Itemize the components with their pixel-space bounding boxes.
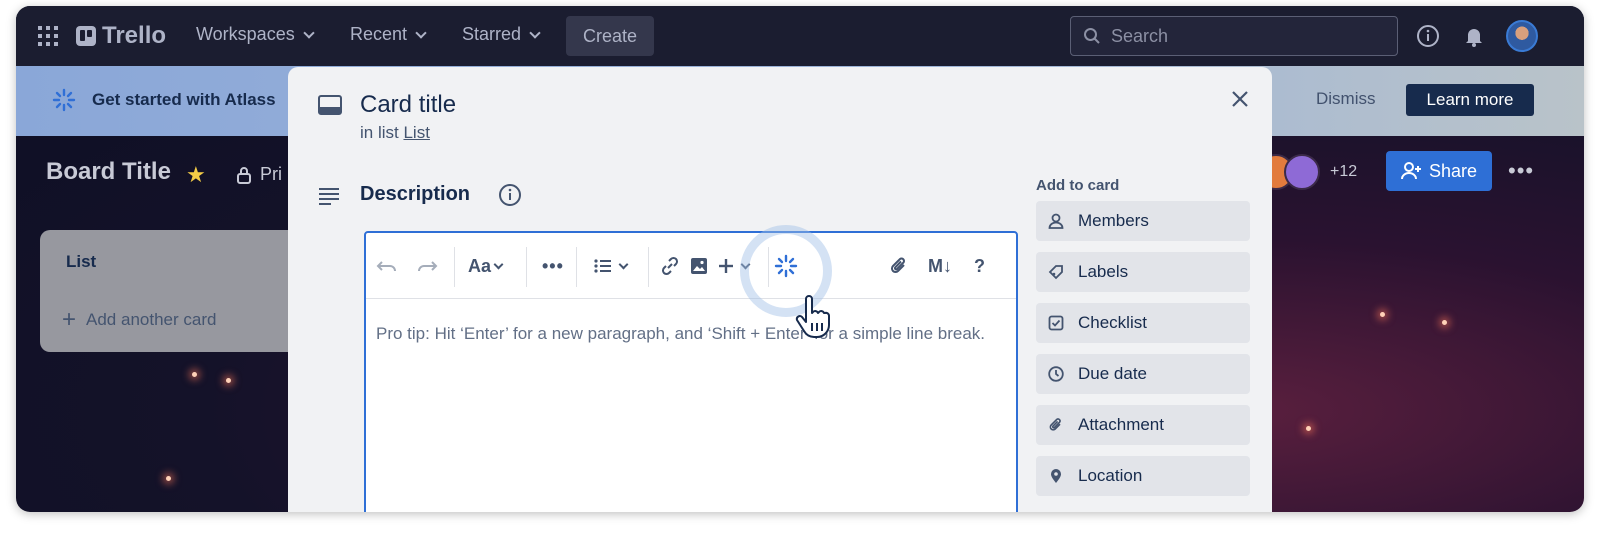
card-icon xyxy=(318,95,342,115)
add-to-card-heading: Add to card xyxy=(1036,177,1120,194)
visibility-label: Pri xyxy=(260,164,282,184)
member-count: +12 xyxy=(1330,163,1358,180)
add-another-card-button[interactable]: + Add another card xyxy=(62,306,217,333)
labels-button[interactable]: Labels xyxy=(1036,252,1250,292)
learn-more-button[interactable]: Learn more xyxy=(1406,84,1534,116)
search-input[interactable] xyxy=(1111,25,1371,47)
person-icon xyxy=(1048,213,1064,229)
checklist-label: Checklist xyxy=(1078,313,1147,332)
location-label: Location xyxy=(1078,466,1143,485)
members-label: Members xyxy=(1078,211,1149,230)
dismiss-button[interactable]: Dismiss xyxy=(1316,89,1376,109)
more-menu-icon[interactable]: ••• xyxy=(1508,158,1534,184)
attachment-button[interactable]: Attachment xyxy=(1036,405,1250,445)
card-detail-modal: Card title in list List Description Aa •… xyxy=(288,67,1272,512)
nav-starred[interactable]: Starred xyxy=(462,24,541,45)
add-card-label: Add another card xyxy=(86,310,217,329)
plus-icon: + xyxy=(62,306,77,333)
board-visibility[interactable]: Pri xyxy=(236,164,282,185)
pin-icon xyxy=(1051,469,1061,483)
board-members[interactable]: +12 xyxy=(1258,154,1358,190)
labels-label: Labels xyxy=(1078,262,1129,281)
create-button[interactable]: Create xyxy=(566,16,654,56)
tag-icon xyxy=(1048,265,1063,280)
description-lines-icon xyxy=(319,188,339,205)
bell-icon[interactable] xyxy=(1462,24,1486,48)
bullet-list-icon xyxy=(594,259,611,273)
redo-icon[interactable] xyxy=(416,254,438,278)
chevron-down-icon xyxy=(493,259,504,269)
info-icon[interactable] xyxy=(1416,24,1440,48)
info-icon[interactable] xyxy=(498,183,522,207)
nav-workspaces-label: Workspaces xyxy=(196,24,295,44)
lock-icon xyxy=(237,166,251,184)
trello-logo[interactable]: Trello xyxy=(76,22,166,50)
help-button[interactable]: ? xyxy=(974,254,985,278)
nav-recent-label: Recent xyxy=(350,24,408,44)
board-list: List + Add another card xyxy=(40,230,308,352)
board-title[interactable]: Board Title xyxy=(46,158,171,186)
chevron-down-icon xyxy=(618,259,629,269)
checkbox-icon xyxy=(1048,315,1064,331)
chevron-down-icon xyxy=(415,26,427,39)
top-navigation: Trello Workspaces Recent Starred Create xyxy=(16,6,1584,66)
description-editor[interactable]: Aa ••• M↓ ? Pro tip: Hit ‘Enter’ for a n… xyxy=(364,231,1018,512)
in-list-prefix: in list xyxy=(360,123,399,142)
list-title[interactable]: List xyxy=(66,252,96,272)
trello-logo-icon xyxy=(76,26,96,46)
attachment-icon[interactable] xyxy=(890,254,908,278)
banner-text: Get started with Atlass xyxy=(92,90,276,109)
paperclip-icon xyxy=(1049,418,1061,431)
markdown-toggle[interactable]: M↓ xyxy=(928,254,952,278)
image-icon[interactable] xyxy=(690,254,708,278)
chevron-down-icon xyxy=(529,26,541,39)
share-label: Share xyxy=(1428,160,1478,181)
card-list-reference: in list List xyxy=(360,123,430,143)
nav-workspaces[interactable]: Workspaces xyxy=(196,24,315,45)
search-box[interactable] xyxy=(1070,16,1398,56)
list-link[interactable]: List xyxy=(403,123,429,142)
atlassian-sparkle-icon xyxy=(52,88,76,112)
nav-starred-label: Starred xyxy=(462,24,522,44)
add-person-icon xyxy=(1400,162,1421,180)
app-window: Trello Workspaces Recent Starred Create … xyxy=(16,6,1584,512)
editor-toolbar: Aa ••• M↓ ? xyxy=(366,233,1016,299)
brand-name: Trello xyxy=(102,22,167,49)
link-icon[interactable] xyxy=(660,254,680,278)
members-button[interactable]: Members xyxy=(1036,201,1250,241)
user-avatar[interactable] xyxy=(1506,20,1538,52)
close-icon[interactable] xyxy=(1228,87,1252,111)
more-formatting-icon[interactable]: ••• xyxy=(542,254,564,278)
location-button[interactable]: Location xyxy=(1036,456,1250,496)
clock-icon xyxy=(1048,366,1064,382)
card-title[interactable]: Card title xyxy=(360,91,456,119)
undo-icon[interactable] xyxy=(376,254,398,278)
text-style-dropdown[interactable]: Aa xyxy=(468,254,504,278)
star-icon[interactable]: ★ xyxy=(186,162,206,188)
app-switcher-icon[interactable] xyxy=(38,26,58,46)
member-avatar xyxy=(1284,154,1320,190)
chevron-down-icon xyxy=(303,26,315,39)
share-button[interactable]: Share xyxy=(1386,151,1492,191)
due-date-button[interactable]: Due date xyxy=(1036,354,1250,394)
list-dropdown[interactable] xyxy=(594,254,629,278)
nav-recent[interactable]: Recent xyxy=(350,24,427,45)
search-icon xyxy=(1084,28,1100,44)
description-heading: Description xyxy=(360,183,471,205)
hand-pointer-cursor-icon xyxy=(795,295,830,338)
attachment-label: Attachment xyxy=(1078,415,1164,434)
checklist-button[interactable]: Checklist xyxy=(1036,303,1250,343)
text-style-label: Aa xyxy=(468,255,492,276)
description-text[interactable]: Pro tip: Hit ‘Enter’ for a new paragraph… xyxy=(376,321,996,347)
due-date-label: Due date xyxy=(1078,364,1147,383)
plus-icon xyxy=(719,259,733,273)
